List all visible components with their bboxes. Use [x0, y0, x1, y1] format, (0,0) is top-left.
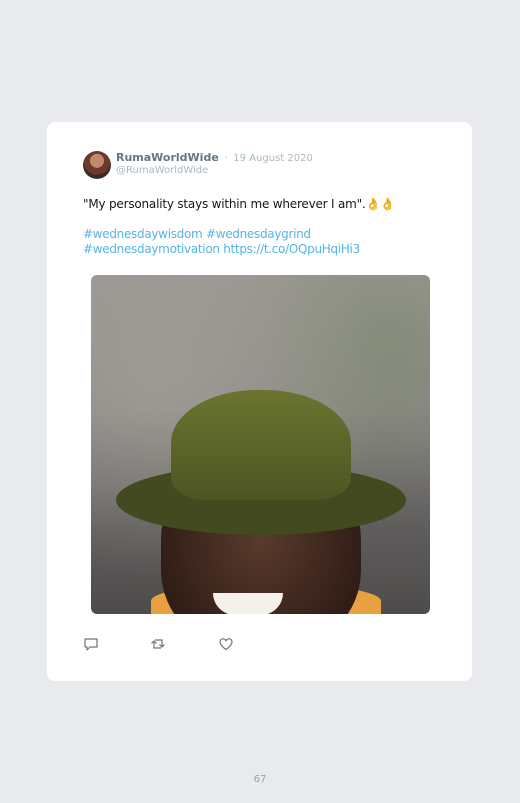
tweet-text-body: "My personality stays within me wherever…	[83, 197, 366, 211]
hashtag-block: #wednesdaywisdom #wednesdaygrind #wednes…	[83, 227, 443, 257]
hashtag-wednesdaymotivation[interactable]: #wednesdaymotivation	[83, 242, 220, 256]
photo-smile	[213, 593, 283, 614]
tweet-link[interactable]: https://t.co/OQpuHqiHi3	[223, 242, 360, 256]
like-icon[interactable]	[218, 636, 234, 652]
retweet-icon[interactable]	[150, 636, 166, 652]
reply-icon[interactable]	[83, 636, 99, 652]
display-name[interactable]: RumaWorldWide	[116, 151, 219, 164]
tweet-text: "My personality stays within me wherever…	[83, 197, 443, 211]
ok-hand-emoji: 👌👌	[365, 197, 396, 211]
photo-hat-crown	[171, 390, 351, 500]
hashtag-wednesdaygrind[interactable]: #wednesdaygrind	[206, 227, 311, 241]
page-number: 67	[253, 774, 267, 785]
avatar[interactable]	[83, 151, 111, 179]
tweet-card: RumaWorldWide · 19 August 2020 @RumaWorl…	[47, 122, 472, 681]
separator: ·	[224, 151, 228, 164]
tweet-header: RumaWorldWide · 19 August 2020	[116, 151, 313, 164]
hashtag-wednesdaywisdom[interactable]: #wednesdaywisdom	[83, 227, 203, 241]
tweet-date[interactable]: 19 August 2020	[233, 153, 313, 164]
tweet-photo[interactable]	[91, 275, 430, 614]
user-handle[interactable]: @RumaWorldWide	[116, 165, 208, 176]
